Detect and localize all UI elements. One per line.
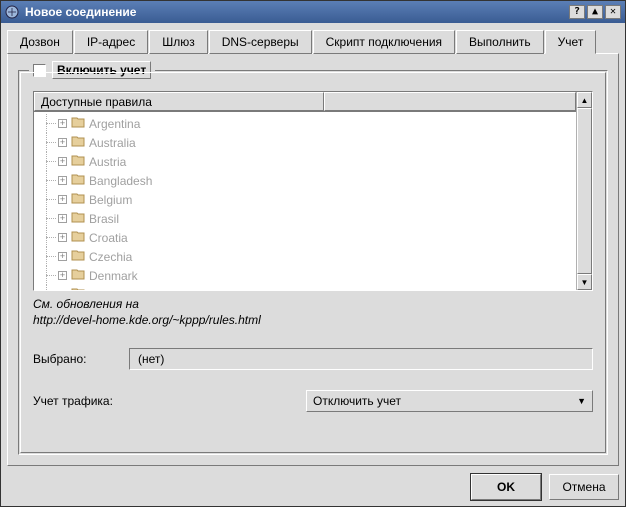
traffic-row: Учет трафика: Отключить учет ▼	[33, 390, 593, 412]
scroll-thumb[interactable]	[577, 108, 592, 274]
tree-item[interactable]: +Bangladesh	[40, 171, 576, 190]
accounting-groupbox: Включить учет Доступные правила +Argenti…	[18, 70, 608, 455]
update-hint: См. обновления на http://devel-home.kde.…	[33, 297, 593, 328]
tab-gateway[interactable]: Шлюз	[149, 30, 208, 54]
tab-accounting[interactable]: Учет	[545, 30, 597, 54]
expand-icon[interactable]: +	[58, 176, 67, 185]
dialog-window: Новое соединение ? ▲ ✕ Дозвон IP-адрес Ш…	[0, 0, 626, 507]
tab-script[interactable]: Скрипт подключения	[313, 30, 455, 54]
expand-icon[interactable]: +	[58, 214, 67, 223]
folder-icon	[71, 116, 85, 131]
selected-label: Выбрано:	[33, 352, 129, 366]
folder-icon	[71, 249, 85, 264]
folder-icon	[71, 173, 85, 188]
expand-icon[interactable]: +	[58, 195, 67, 204]
expand-icon[interactable]: +	[58, 138, 67, 147]
folder-icon	[71, 287, 85, 290]
traffic-combo-value: Отключить учет	[313, 394, 577, 408]
client-area: Дозвон IP-адрес Шлюз DNS-серверы Скрипт …	[1, 23, 625, 506]
hint-line1: См. обновления на	[33, 297, 593, 313]
tab-dial[interactable]: Дозвон	[7, 30, 73, 54]
tree-item[interactable]: +Croatia	[40, 228, 576, 247]
tab-page-accounting: Включить учет Доступные правила +Argenti…	[7, 53, 619, 466]
tree-item[interactable]: +Australia	[40, 133, 576, 152]
hint-line2: http://devel-home.kde.org/~kppp/rules.ht…	[33, 313, 593, 329]
folder-icon	[71, 192, 85, 207]
folder-icon	[71, 230, 85, 245]
cancel-button[interactable]: Отмена	[549, 474, 619, 500]
folder-icon	[71, 211, 85, 226]
expand-icon[interactable]: +	[58, 252, 67, 261]
traffic-combo[interactable]: Отключить учет ▼	[306, 390, 593, 412]
folder-icon	[71, 268, 85, 283]
scroll-track[interactable]	[577, 108, 592, 274]
selected-row: Выбрано: (нет)	[33, 348, 593, 370]
selected-value: (нет)	[129, 348, 593, 370]
folder-icon	[71, 135, 85, 150]
tab-execute[interactable]: Выполнить	[456, 30, 544, 54]
chevron-down-icon: ▼	[577, 396, 586, 406]
tree-item[interactable]: +Denmark	[40, 266, 576, 285]
scrollbar[interactable]: ▲ ▼	[576, 92, 592, 290]
window-title: Новое соединение	[25, 5, 567, 19]
ok-button[interactable]: OK	[471, 474, 541, 500]
expand-icon[interactable]: +	[58, 157, 67, 166]
tree-item[interactable]: +Austria	[40, 152, 576, 171]
rules-tree[interactable]: +Argentina +Australia +Austria +Banglade…	[34, 112, 576, 290]
list-header: Доступные правила	[34, 92, 576, 112]
help-button[interactable]: ?	[569, 5, 585, 19]
tree-item[interactable]: +Belgium	[40, 190, 576, 209]
tab-dns[interactable]: DNS-серверы	[209, 30, 312, 54]
close-button[interactable]: ✕	[605, 5, 621, 19]
list-header-rules[interactable]: Доступные правила	[34, 92, 324, 111]
dialog-buttons: OK Отмена	[7, 466, 619, 500]
tree-item[interactable]: +Czechia	[40, 247, 576, 266]
folder-icon	[71, 154, 85, 169]
tab-bar: Дозвон IP-адрес Шлюз DNS-серверы Скрипт …	[7, 29, 619, 53]
rules-listview: Доступные правила +Argentina +Australia …	[33, 91, 593, 291]
expand-icon[interactable]: +	[58, 271, 67, 280]
tree-item[interactable]: +England	[40, 285, 576, 290]
tree-item[interactable]: +Argentina	[40, 114, 576, 133]
tree-item[interactable]: +Brasil	[40, 209, 576, 228]
tab-ip[interactable]: IP-адрес	[74, 30, 148, 54]
scroll-down-button[interactable]: ▼	[577, 274, 592, 290]
traffic-label: Учет трафика:	[33, 394, 306, 408]
maximize-button[interactable]: ▲	[587, 5, 603, 19]
list-header-filler	[324, 92, 576, 111]
app-icon	[5, 5, 19, 19]
scroll-up-button[interactable]: ▲	[577, 92, 592, 108]
titlebar[interactable]: Новое соединение ? ▲ ✕	[1, 1, 625, 23]
expand-icon[interactable]: +	[58, 233, 67, 242]
expand-icon[interactable]: +	[58, 119, 67, 128]
